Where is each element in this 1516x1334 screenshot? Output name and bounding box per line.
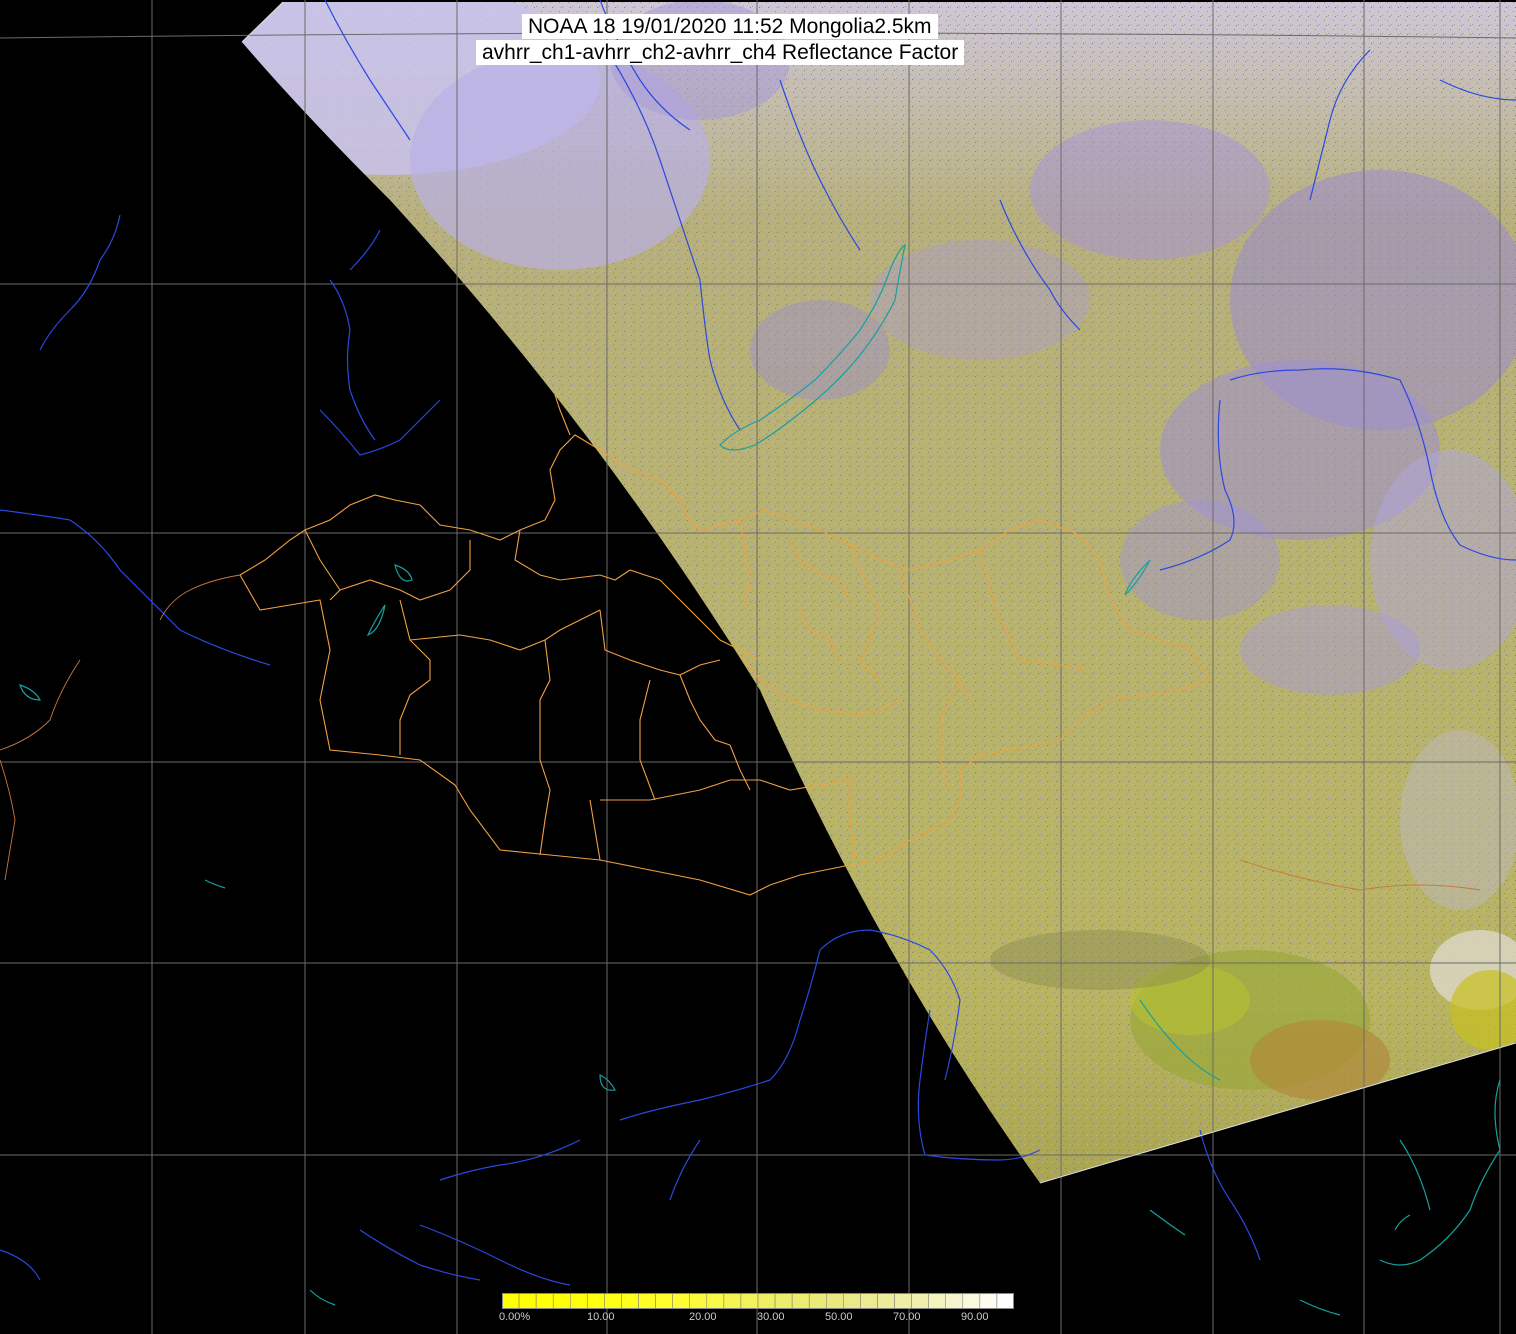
- colorbar-segment: [996, 1293, 1014, 1309]
- colorbar-segment: [621, 1293, 639, 1309]
- colorbar-segment: [877, 1293, 895, 1309]
- colorbar-tick-label: 10.00: [587, 1311, 615, 1323]
- colorbar-segment: [843, 1293, 861, 1309]
- colorbar-segment: [791, 1293, 810, 1309]
- colorbar-segment: [911, 1293, 929, 1309]
- colorbar: [502, 1293, 1014, 1309]
- colorbar-segment: [570, 1293, 588, 1309]
- colorbar-segment: [587, 1293, 605, 1309]
- colorbar-segment: [655, 1293, 673, 1309]
- colorbar-segment: [808, 1293, 827, 1309]
- colorbar-segment: [689, 1293, 708, 1309]
- map-title-line2: avhrr_ch1-avhrr_ch2-avhrr_ch4 Reflectanc…: [476, 40, 965, 65]
- colorbar-segment: [723, 1293, 742, 1309]
- colorbar-segment: [860, 1293, 878, 1309]
- colorbar-segment: [672, 1293, 690, 1309]
- colorbar-gradient-icon: [502, 1293, 1014, 1309]
- colorbar-segment: [774, 1293, 793, 1309]
- colorbar-tick-label: 50.00: [825, 1311, 853, 1323]
- colorbar-segment: [552, 1293, 571, 1309]
- satellite-swath: [242, 2, 1516, 1183]
- colorbar-segment: [826, 1293, 844, 1309]
- colorbar-segment: [502, 1293, 520, 1309]
- colorbar-segment: [706, 1293, 725, 1309]
- colorbar-tick-label: 30.00: [757, 1311, 785, 1323]
- colorbar-segment: [962, 1293, 981, 1309]
- colorbar-segment: [894, 1293, 912, 1309]
- colorbar-segment: [535, 1293, 554, 1309]
- colorbar-segment: [945, 1293, 964, 1309]
- colorbar-segment: [928, 1293, 946, 1309]
- colorbar-tick-label: 20.00: [689, 1311, 717, 1323]
- colorbar-segment: [979, 1293, 998, 1309]
- colorbar-segment: [740, 1293, 759, 1309]
- satellite-image-viewer: NOAA 18 19/01/2020 11:52 Mongolia2.5km a…: [0, 0, 1516, 1334]
- colorbar-tick-label: 90.00: [961, 1311, 989, 1323]
- satellite-map: [0, 0, 1516, 1334]
- colorbar-tick-label: 0.00%: [499, 1311, 531, 1323]
- colorbar-tick-label: 70.00: [893, 1311, 921, 1323]
- colorbar-segment: [638, 1293, 656, 1309]
- colorbar-segment: [518, 1293, 537, 1309]
- colorbar-segment: [604, 1293, 622, 1309]
- map-title-line1: NOAA 18 19/01/2020 11:52 Mongolia2.5km: [522, 14, 938, 39]
- colorbar-segment: [757, 1293, 776, 1309]
